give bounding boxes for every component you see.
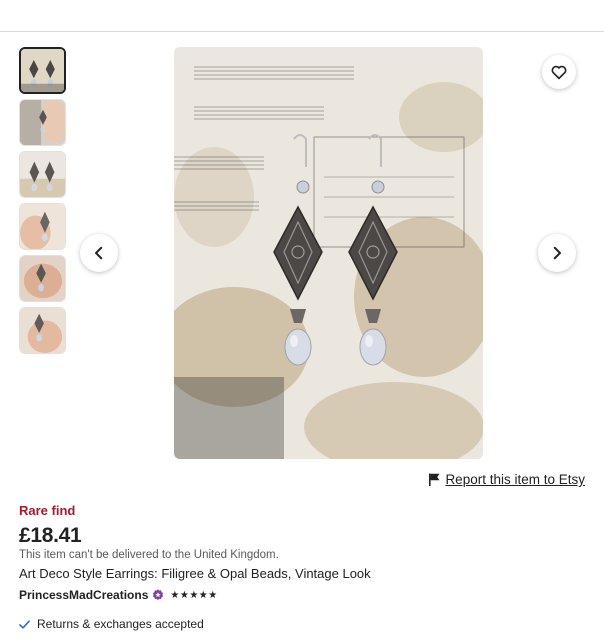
chevron-right-icon bbox=[553, 246, 561, 260]
thumbnail-strip bbox=[19, 47, 67, 359]
price: £18.41 bbox=[19, 524, 82, 547]
delivery-notice: This item can't be delivered to the Unit… bbox=[19, 549, 279, 561]
thumbnail-1-image bbox=[21, 49, 64, 92]
shop-info: PrincessMadCreations ★★★★★ bbox=[19, 588, 218, 602]
product-photo-earrings bbox=[174, 47, 483, 459]
thumbnail-4-image bbox=[20, 204, 65, 249]
returns-label: Returns & exchanges accepted bbox=[37, 617, 204, 631]
chevron-left-icon bbox=[95, 246, 103, 260]
thumbnail-5[interactable] bbox=[19, 255, 66, 302]
report-item-link[interactable]: Report this item to Etsy bbox=[428, 472, 585, 487]
heart-outline-icon bbox=[551, 65, 567, 80]
thumbnail-2-image bbox=[20, 100, 65, 145]
thumbnail-5-image bbox=[20, 256, 65, 301]
thumbnail-6-image bbox=[20, 308, 65, 353]
main-product-image[interactable] bbox=[174, 47, 483, 459]
flag-icon bbox=[429, 473, 440, 486]
report-item-label: Report this item to Etsy bbox=[445, 472, 585, 487]
rare-find-badge: Rare find bbox=[19, 503, 76, 518]
checkmark-icon bbox=[19, 619, 30, 629]
favorite-button[interactable] bbox=[542, 55, 576, 89]
thumbnail-4[interactable] bbox=[19, 203, 66, 250]
star-seller-badge-icon bbox=[153, 589, 164, 601]
returns-policy: Returns & exchanges accepted bbox=[19, 617, 204, 631]
thumbnail-3[interactable] bbox=[19, 151, 66, 198]
thumbnail-2[interactable] bbox=[19, 99, 66, 146]
rating-stars: ★★★★★ bbox=[170, 589, 218, 601]
shop-name-link[interactable]: PrincessMadCreations bbox=[19, 588, 148, 602]
top-divider bbox=[0, 31, 604, 32]
thumbnail-3-image bbox=[20, 152, 65, 197]
listing-title: Art Deco Style Earrings: Filigree & Opal… bbox=[19, 566, 371, 581]
next-image-button[interactable] bbox=[538, 234, 576, 272]
thumbnail-1[interactable] bbox=[19, 47, 66, 94]
thumbnail-6[interactable] bbox=[19, 307, 66, 354]
previous-image-button[interactable] bbox=[80, 234, 118, 272]
